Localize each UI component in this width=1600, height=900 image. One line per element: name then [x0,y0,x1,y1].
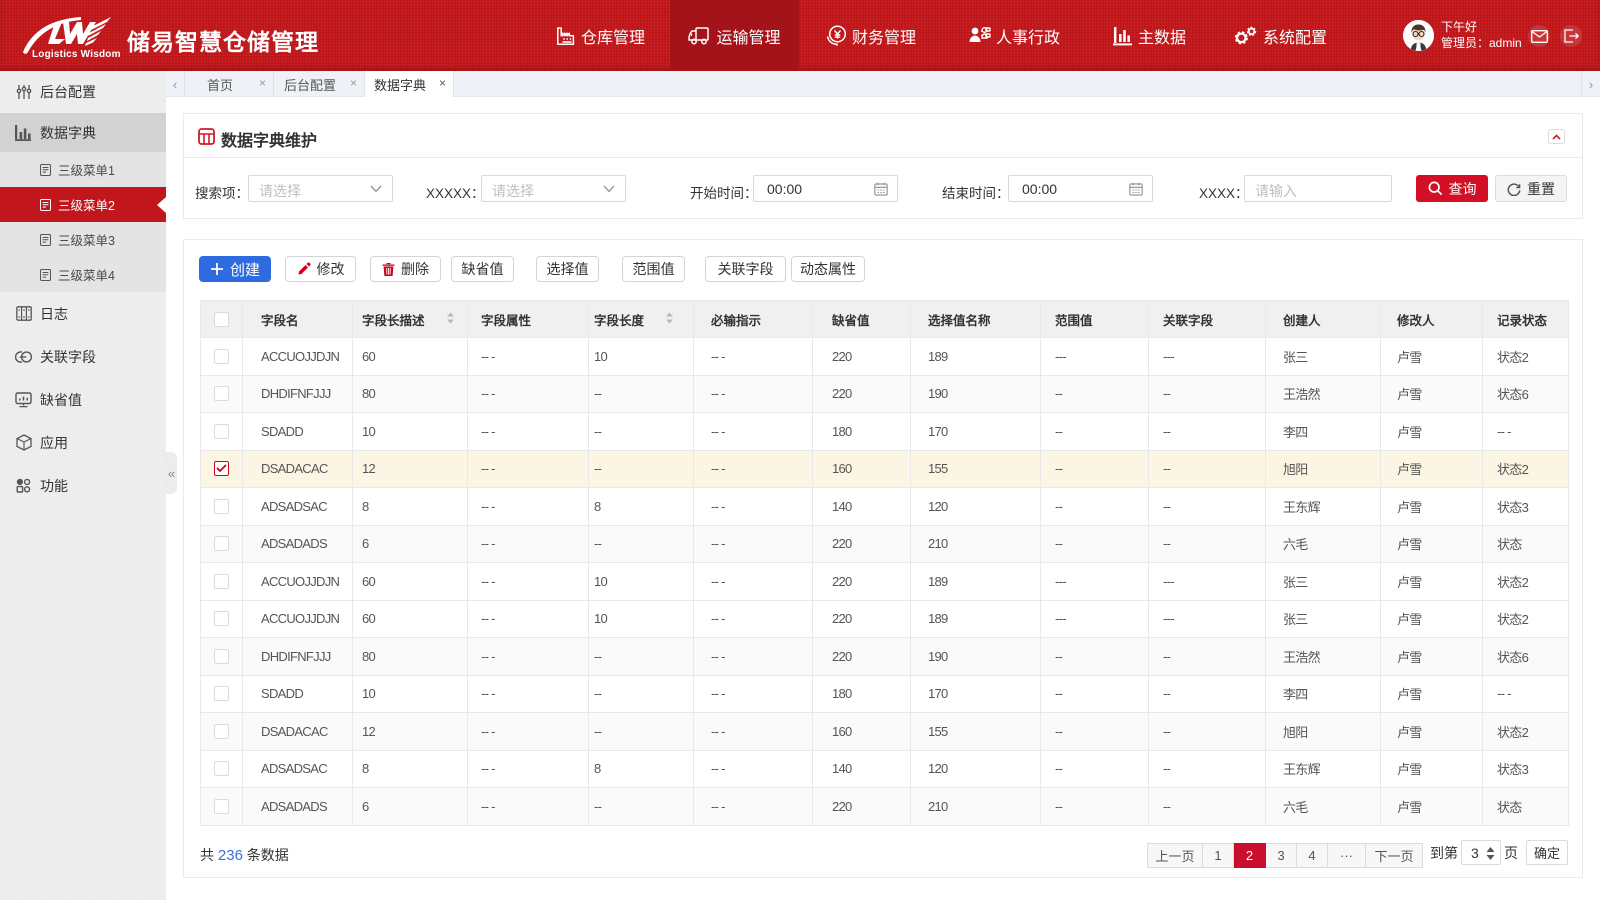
svg-text:Logistics Wisdom: Logistics Wisdom [32,49,121,60]
